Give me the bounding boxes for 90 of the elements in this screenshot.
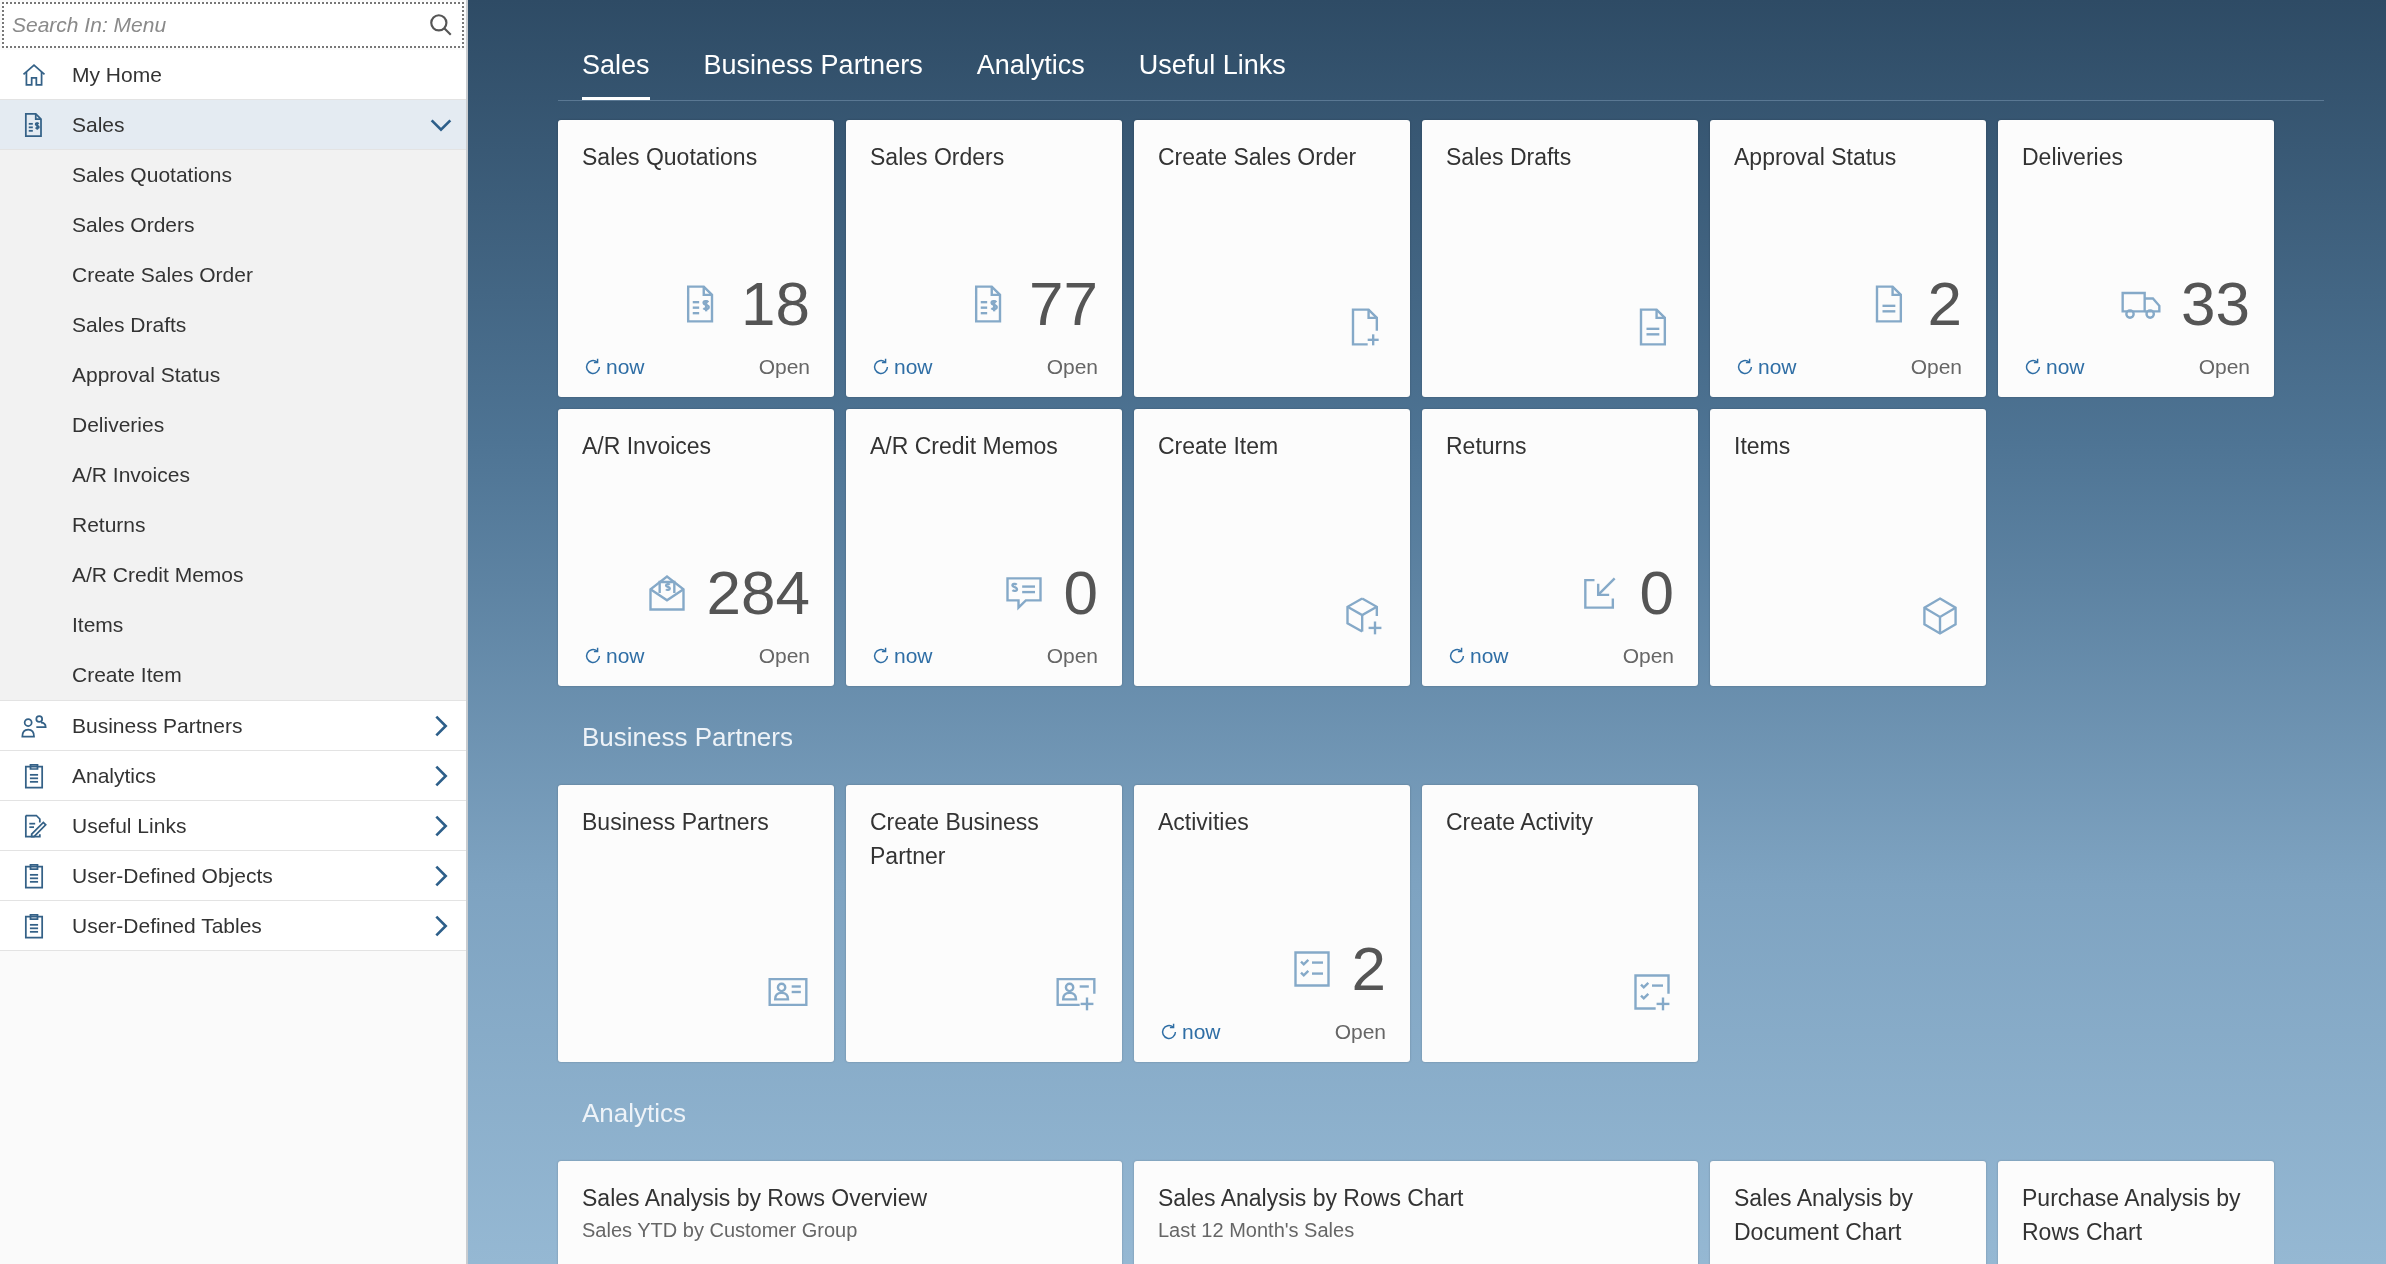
submenu-item[interactable]: Approval Status (0, 350, 466, 400)
search-icon (428, 12, 454, 38)
tile-title: Items (1734, 432, 1792, 461)
refresh-link[interactable]: now (582, 355, 645, 379)
tile-title: Create Item (1158, 432, 1280, 461)
tile[interactable]: Sales Analysis by Rows Chart Last 12 Month's Sales (1134, 1161, 1698, 1264)
tile-title: Create Business Partner (870, 808, 1040, 871)
tile[interactable]: Business Partners (558, 785, 834, 1062)
tile[interactable]: Sales Quotations 18 now Open (558, 120, 834, 397)
refresh-link[interactable]: now (870, 355, 933, 379)
submenu-item[interactable]: Sales Drafts (0, 300, 466, 350)
tile-title: Activities (1158, 808, 1250, 837)
status-text: Open (1334, 1020, 1386, 1044)
refresh-link[interactable]: now (1446, 644, 1509, 668)
tile-title: Sales Analysis by Rows Overview (582, 1184, 929, 1213)
tile-title: A/R Credit Memos (870, 432, 1059, 461)
menu-item[interactable]: User-Defined Tables (0, 901, 466, 951)
tile-title: Create Activity (1446, 808, 1594, 837)
count: 33 (2181, 273, 2250, 335)
tile-title: Business Partners (582, 808, 770, 837)
submenu-item[interactable]: A/R Credit Memos (0, 550, 466, 600)
tile-title: Deliveries (2022, 143, 2124, 172)
submenu-item[interactable]: Returns (0, 500, 466, 550)
tile[interactable]: Sales Drafts (1422, 120, 1698, 397)
tile[interactable]: Approval Status 2 now Open (1710, 120, 1986, 397)
refresh-link[interactable]: now (582, 644, 645, 668)
tile-title: Create Sales Order (1158, 143, 1358, 172)
tile-title: Sales Analysis by Document Chart (1734, 1184, 1914, 1247)
submenu-item[interactable]: Create Item (0, 650, 466, 700)
search-field[interactable]: Search In: Menu (2, 2, 464, 48)
tile-title: Sales Quotations (582, 143, 759, 172)
submenu-item[interactable]: Sales Orders (0, 200, 466, 250)
tile-title: Returns (1446, 432, 1528, 461)
tab[interactable]: Useful Links (1138, 50, 1286, 100)
submenu-item[interactable]: Create Sales Order (0, 250, 466, 300)
tile[interactable]: Purchase Analysis by Rows Chart (1998, 1161, 2274, 1264)
tile-title: A/R Invoices (582, 432, 713, 461)
status-text: Open (1046, 644, 1098, 668)
submenu-item[interactable]: Sales Quotations (0, 150, 466, 200)
section-heading: Analytics (581, 1097, 688, 1130)
tile[interactable]: Sales Orders 77 now Open (846, 120, 1122, 397)
tab[interactable]: Sales (582, 50, 650, 100)
status-text: Open (758, 355, 810, 379)
tile-title: Sales Orders (870, 143, 1006, 172)
tile[interactable]: Deliveries 33 now Open (1998, 120, 2274, 397)
status-text: Open (2198, 355, 2250, 379)
status-text: Open (758, 644, 810, 668)
tile[interactable]: Create Sales Order (1134, 120, 1410, 397)
submenu-item[interactable]: Items (0, 600, 466, 650)
submenu-item[interactable]: Deliveries (0, 400, 466, 450)
tile-title: Purchase Analysis by Rows Chart (2022, 1184, 2242, 1247)
tile[interactable]: Returns 0 now Open (1422, 409, 1698, 686)
tile[interactable]: Activities 2 now Open (1134, 785, 1410, 1062)
tile[interactable]: Create Activity (1422, 785, 1698, 1062)
tile[interactable]: A/R Credit Memos 0 now Open (846, 409, 1122, 686)
menu-item[interactable]: Useful Links (0, 801, 466, 851)
tab[interactable]: Business Partners (703, 50, 923, 100)
refresh-link[interactable]: now (1158, 1020, 1221, 1044)
status-text: Open (1046, 355, 1098, 379)
tile[interactable]: Create Item (1134, 409, 1410, 686)
menu-item[interactable]: Business Partners (0, 701, 466, 751)
count: 18 (741, 273, 810, 335)
tile[interactable]: A/R Invoices 284 now Open (558, 409, 834, 686)
count: 2 (1351, 938, 1386, 1000)
tile[interactable]: Sales Analysis by Rows Overview Sales YTD by Customer Group (558, 1161, 1122, 1264)
menu-item[interactable]: Analytics (0, 751, 466, 801)
tile[interactable]: Sales Analysis by Document Chart (1710, 1161, 1986, 1264)
status-text: Open (1622, 644, 1674, 668)
tile-title: Approval Status (1734, 143, 1898, 172)
tab[interactable]: Analytics (976, 50, 1085, 100)
count: 0 (1639, 562, 1674, 624)
status-text: Open (1910, 355, 1962, 379)
section-heading: Business Partners (581, 721, 794, 754)
tile-title: Sales Drafts (1446, 143, 1573, 172)
tile[interactable]: Items (1710, 409, 1986, 686)
count: 2 (1927, 273, 1962, 335)
refresh-link[interactable]: now (870, 644, 933, 668)
menu-item[interactable]: My Home (0, 50, 466, 100)
menu-item[interactable]: User-Defined Objects (0, 851, 466, 901)
menu-item[interactable]: Sales (0, 100, 466, 150)
tile-subtitle: Sales YTD by Customer Group (582, 1219, 859, 1242)
tile-subtitle: Last 12 Month's Sales (1158, 1219, 1356, 1242)
count: 284 (706, 562, 810, 624)
tile-title: Sales Analysis by Rows Chart (1158, 1184, 1465, 1213)
submenu-item[interactable]: A/R Invoices (0, 450, 466, 500)
count: 0 (1063, 562, 1098, 624)
refresh-link[interactable]: now (1734, 355, 1797, 379)
tile[interactable]: Create Business Partner (846, 785, 1122, 1062)
refresh-link[interactable]: now (2022, 355, 2085, 379)
count: 77 (1029, 273, 1098, 335)
